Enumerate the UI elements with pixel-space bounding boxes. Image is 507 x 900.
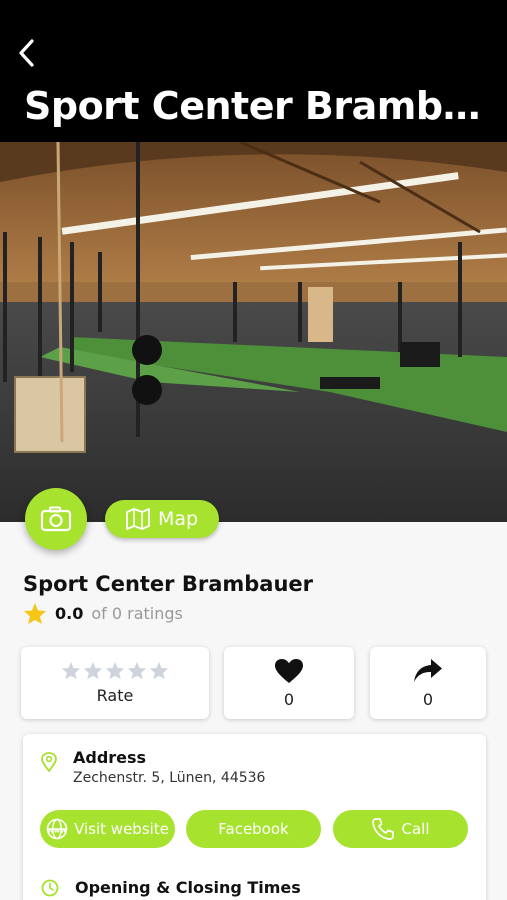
like-count: 0 [283,689,295,709]
camera-button[interactable] [25,488,87,550]
chevron-left-icon [19,39,34,67]
page-title: Sport Center Bramba... [24,84,494,128]
share-count: 0 [422,689,434,709]
star-outline-icon[interactable] [83,661,103,680]
star-outline-icon[interactable] [105,661,125,680]
svg-text:www: www [47,827,67,835]
rating-value: 0.0 [55,604,84,623]
header-bar: Sport Center Bramba... [0,0,507,142]
back-button[interactable] [12,36,40,70]
call-button[interactable]: Call [333,810,468,848]
address-text: Zechenstr. 5, Lünen, 44536 [73,770,266,786]
opening-times-row[interactable]: Opening & Closing Times [41,878,301,897]
visit-website-button[interactable]: www Visit website [40,810,175,848]
share-button[interactable]: 0 [370,647,486,719]
facebook-label: Facebook [218,820,289,838]
map-button[interactable]: Map [105,500,219,538]
facebook-button[interactable]: Facebook [186,810,321,848]
star-outline-icon[interactable] [127,661,147,680]
venue-name: Sport Center Brambauer [23,572,314,596]
rating-summary: 0.0 of 0 ratings [23,602,183,625]
map-button-label: Map [157,508,199,530]
address-row: Address Zechenstr. 5, Lünen, 44536 [41,748,265,786]
opening-times-title: Opening & Closing Times [75,878,301,897]
rating-stars[interactable] [61,661,169,680]
visit-website-label: Visit website [74,820,169,838]
star-outline-icon[interactable] [149,661,169,680]
star-outline-icon[interactable] [61,661,81,680]
map-icon [126,508,150,530]
clock-icon [41,879,59,896]
address-title: Address [73,748,147,767]
share-arrow-icon [414,658,442,682]
globe-icon: www [46,818,68,840]
phone-icon [372,818,395,840]
call-label: Call [401,820,430,838]
camera-icon [40,506,72,532]
heart-icon [275,658,303,683]
venue-photo [0,142,507,522]
like-button[interactable]: 0 [224,647,354,719]
rate-label: Rate [96,686,134,705]
star-icon [24,603,46,624]
location-pin-icon [41,752,57,772]
info-card: Address Zechenstr. 5, Lünen, 44536 www V… [23,734,486,900]
rating-count: of 0 ratings [91,604,183,623]
rate-card[interactable]: Rate [21,647,209,719]
